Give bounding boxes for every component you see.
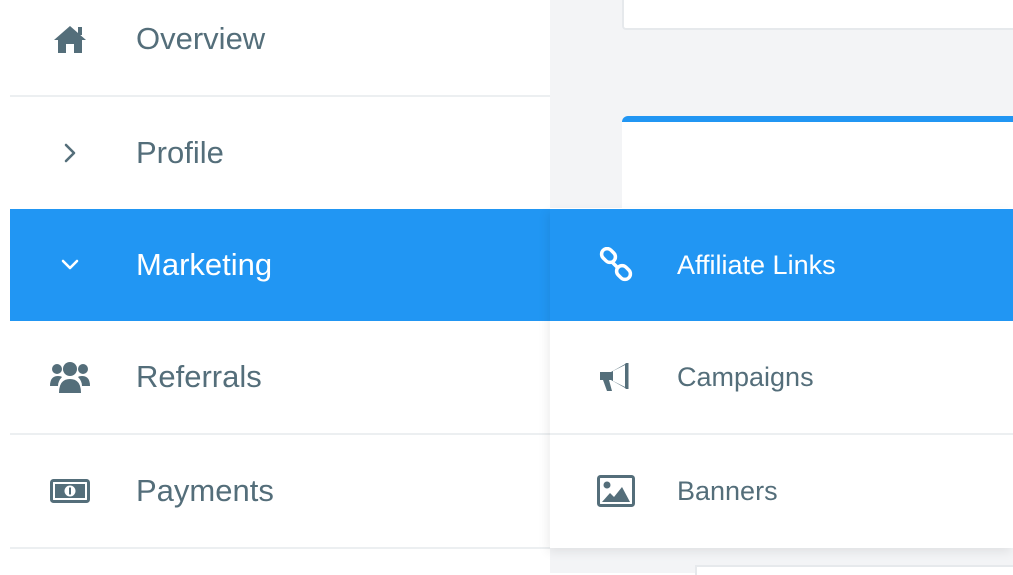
- sidebar-item-marketing[interactable]: Marketing: [10, 209, 550, 321]
- home-icon: [50, 19, 90, 59]
- marketing-submenu: Affiliate Links Campaigns Banners: [550, 208, 1013, 548]
- submenu-item-banners[interactable]: Banners: [550, 435, 1013, 547]
- image-icon: [596, 471, 636, 511]
- link-icon: [596, 245, 636, 285]
- users-icon: [50, 357, 90, 397]
- sidebar-item-label: Profile: [136, 135, 224, 170]
- bullhorn-icon: [596, 357, 636, 397]
- sidebar-item-label: Marketing: [136, 247, 273, 282]
- sidebar-item-label: Payments: [136, 473, 274, 508]
- divider: [10, 547, 550, 549]
- submenu-item-label: Banners: [677, 476, 778, 506]
- submenu-item-campaigns[interactable]: Campaigns: [550, 321, 1013, 433]
- chevron-right-icon: [50, 133, 90, 173]
- chevron-down-icon: [50, 245, 90, 285]
- sidebar: Overview Profile Marketing Referrals Pay…: [10, 0, 550, 573]
- sidebar-item-profile[interactable]: Profile: [10, 97, 550, 209]
- money-bill-icon: [50, 471, 90, 511]
- submenu-item-label: Campaigns: [677, 362, 814, 392]
- sidebar-item-payments[interactable]: Payments: [10, 435, 550, 547]
- submenu-item-label: Affiliate Links: [677, 250, 836, 280]
- sidebar-item-label: Referrals: [136, 359, 262, 394]
- sidebar-item-overview[interactable]: Overview: [10, 0, 550, 95]
- content-card-top: [622, 0, 1013, 30]
- content-card-bottom: [695, 565, 1013, 575]
- sidebar-item-label: Overview: [136, 21, 266, 56]
- sidebar-item-referrals[interactable]: Referrals: [10, 321, 550, 433]
- submenu-item-affiliate-links[interactable]: Affiliate Links: [550, 209, 1013, 321]
